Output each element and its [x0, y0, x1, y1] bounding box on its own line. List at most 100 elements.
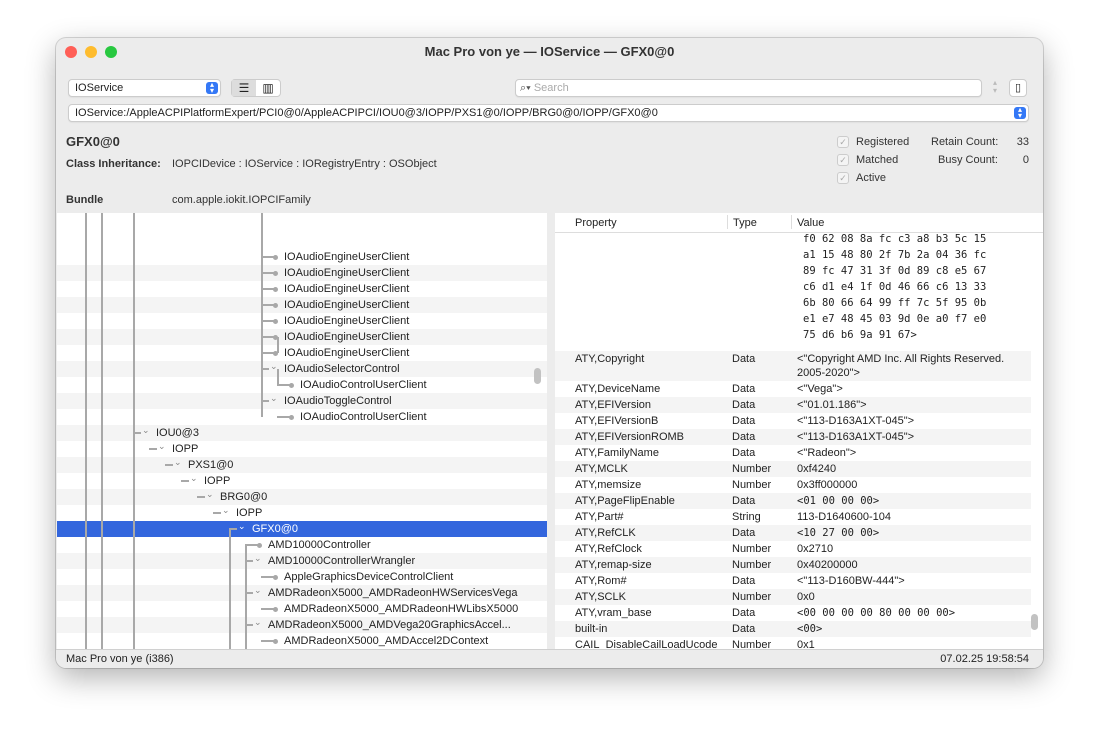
hex-line: 75 d6 b6 9a 91 67>	[803, 329, 917, 341]
tree-node[interactable]: IOAudioEngineUserClient	[57, 329, 547, 345]
disclosure-chevron-icon[interactable]: ⌄	[174, 454, 182, 470]
property-row[interactable]: ATY,Rom# Data <"113-D160BW-444">	[555, 573, 1031, 589]
property-value-continuation: 89 fc 47 31 3f 0d 89 c8 e5 67	[555, 263, 1031, 279]
view-mode-control[interactable]: ☰ ▥	[231, 79, 281, 97]
updown-chevron-icon: ▴ ▾	[1014, 106, 1026, 120]
tree-node[interactable]: ⌄ IOAudioSelectorControl	[57, 361, 547, 377]
tree-node[interactable]: ⌄ AMDRadeonX5000_AMDVega20GraphicsAccel..…	[57, 617, 547, 633]
disclosure-chevron-icon[interactable]: ⌄	[270, 390, 278, 406]
tree-node-label: AMDRadeonX5000_AMDRadeonHWLibsX5000	[284, 603, 519, 615]
property-name: ATY,Rom#	[575, 575, 627, 587]
tree-node[interactable]: ⌄ PXS1@0	[57, 457, 547, 473]
registry-tree[interactable]: IOAudioEngineUserClient IOAudioEngineUser…	[57, 213, 547, 650]
tree-node[interactable]: IOAudioEngineUserClient	[57, 249, 547, 265]
column-header-property[interactable]: Property	[575, 217, 617, 229]
tree-node[interactable]: ⌄ IOPP	[57, 505, 547, 521]
property-name: ATY,remap-size	[575, 559, 652, 571]
tree-node[interactable]: AMD10000Controller	[57, 537, 547, 553]
tree-node[interactable]: AMDRadeonX5000_AMDAccel2DContext	[57, 633, 547, 649]
tree-node[interactable]: ⌄ AMDRadeonX5000_AMDRadeonHWServicesVega	[57, 585, 547, 601]
tree-node[interactable]: AMDRadeonX5000_AMDRadeonHWLibsX5000	[57, 601, 547, 617]
tree-node[interactable]: ⌄ IOU0@3	[57, 425, 547, 441]
leaf-dot-icon	[273, 255, 278, 260]
property-row[interactable]: ATY,vram_base Data <00 00 00 00 80 00 00 0…	[555, 605, 1031, 621]
column-header-value[interactable]: Value	[797, 217, 824, 229]
property-row[interactable]: ATY,MCLK Number 0xf4240	[555, 461, 1031, 477]
property-row[interactable]: ATY,Copyright Data <"Copyright AMD Inc. Al…	[555, 351, 1031, 381]
property-value-continuation: 6b 80 66 64 99 ff 7c 5f 95 0b	[555, 295, 1031, 311]
plane-select-value: IOService	[75, 82, 124, 94]
tree-node[interactable]: IOAudioEngineUserClient	[57, 281, 547, 297]
property-row[interactable]: ATY,PageFlipEnable Data <01 00 00 00>	[555, 493, 1031, 509]
tree-node[interactable]: ⌄ IOPP	[57, 441, 547, 457]
tree-node[interactable]: IOAudioControlUserClient	[57, 409, 547, 425]
tree-scrollbar[interactable]	[534, 368, 541, 384]
active-checkbox[interactable]: ✓	[837, 172, 849, 184]
plane-select[interactable]: IOService ▴ ▾	[68, 79, 221, 97]
tree-node[interactable]: ⌄ IOAudioToggleControl	[57, 393, 547, 409]
leaf-dot-icon	[273, 575, 278, 580]
property-row[interactable]: ATY,EFIVersionB Data <"113-D163A1XT-045">	[555, 413, 1031, 429]
disclosure-chevron-icon[interactable]: ⌄	[190, 470, 198, 486]
property-row[interactable]: ATY,Part# String 113-D1640600-104	[555, 509, 1031, 525]
property-value: 0x40200000	[797, 559, 858, 571]
tree-node[interactable]: ⌄ GFX0@0	[57, 521, 547, 537]
matched-checkbox[interactable]: ✓	[837, 154, 849, 166]
search-field[interactable]: ⌕▾ Search	[515, 79, 982, 97]
disclosure-chevron-icon[interactable]: ⌄	[206, 486, 214, 502]
tree-node[interactable]: IOAudioEngineUserClient	[57, 313, 547, 329]
disclosure-chevron-icon[interactable]: ⌄	[254, 550, 262, 566]
properties-scrollbar[interactable]	[1031, 614, 1038, 630]
property-row[interactable]: ATY,DeviceName Data <"Vega">	[555, 381, 1031, 397]
search-stepper[interactable]: ▴ ▾	[988, 79, 1002, 97]
property-row[interactable]: ATY,SCLK Number 0x0	[555, 589, 1031, 605]
tree-node[interactable]: ⌄ BRG0@0	[57, 489, 547, 505]
tree-node[interactable]: IOAudioEngineUserClient	[57, 345, 547, 361]
property-row[interactable]: ATY,FamilyName Data <"Radeon">	[555, 445, 1031, 461]
tree-node[interactable]: IOAudioEngineUserClient	[57, 297, 547, 313]
property-row[interactable]: ATY,RefClock Number 0x2710	[555, 541, 1031, 557]
disclosure-chevron-icon[interactable]: ⌄	[238, 518, 246, 534]
hex-line: a1 15 48 80 2f 7b 2a 04 36 fc	[803, 249, 987, 261]
property-row[interactable]: built-in Data <00>	[555, 621, 1031, 637]
property-value: 0x0	[797, 591, 815, 603]
properties-table[interactable]: Property Type Value f0 62 08 8a fc c3 a8…	[555, 213, 1043, 650]
tree-node[interactable]: IOAudioEngineUserClient	[57, 265, 547, 281]
tree-guide-line	[245, 545, 247, 650]
tree-node-label: AMDRadeonX5000_AMDAccel2DContext	[284, 635, 489, 647]
property-value-continuation: e1 e7 48 45 03 9d 0e a0 f7 e0	[555, 311, 1031, 327]
leaf-dot-icon	[289, 383, 294, 388]
tree-node-label: AMDRadeonX5000_AMDRadeonHWServicesVega	[268, 587, 518, 599]
disclosure-chevron-icon[interactable]: ⌄	[254, 582, 262, 598]
property-name: ATY,vram_base	[575, 607, 652, 619]
status-machine: Mac Pro von ye (i386)	[66, 653, 174, 665]
path-select[interactable]: IOService:/AppleACPIPlatformExpert/PCI0@…	[68, 104, 1029, 122]
disclosure-chevron-icon[interactable]: ⌄	[142, 422, 150, 438]
property-row[interactable]: ATY,remap-size Number 0x40200000	[555, 557, 1031, 573]
disclosure-chevron-icon[interactable]: ⌄	[254, 614, 262, 630]
tree-guide-line	[85, 213, 87, 650]
registered-checkbox[interactable]: ✓	[837, 136, 849, 148]
property-name: built-in	[575, 623, 608, 635]
tree-node[interactable]: AppleGraphicsDeviceControlClient	[57, 569, 547, 585]
disclosure-chevron-icon[interactable]: ⌄	[158, 438, 166, 454]
column-view-icon[interactable]: ▥	[256, 80, 280, 96]
tree-node[interactable]: ⌄ IOPP	[57, 473, 547, 489]
list-view-icon[interactable]: ☰	[232, 80, 256, 96]
inspector-toggle-icon[interactable]: ▯	[1009, 79, 1027, 97]
hex-line: 6b 80 66 64 99 ff 7c 5f 95 0b	[803, 297, 987, 309]
bundle-label: Bundle	[66, 194, 104, 206]
split-divider[interactable]	[547, 213, 555, 650]
property-type: Data	[732, 383, 756, 395]
property-row[interactable]: ATY,RefCLK Data <10 27 00 00>	[555, 525, 1031, 541]
column-header-type[interactable]: Type	[733, 217, 757, 229]
inheritance-label: Class Inheritance:	[66, 158, 161, 170]
property-row[interactable]: ATY,memsize Number 0x3ff000000	[555, 477, 1031, 493]
property-row[interactable]: ATY,EFIVersionROMB Data <"113-D163A1XT-045…	[555, 429, 1031, 445]
property-row[interactable]: ATY,EFIVersion Data <"01.01.186">	[555, 397, 1031, 413]
disclosure-chevron-icon[interactable]: ⌄	[222, 502, 230, 518]
tree-node[interactable]: ⌄ AMD10000ControllerWrangler	[57, 553, 547, 569]
tree-node[interactable]: IOAudioControlUserClient	[57, 377, 547, 393]
tree-guide-line	[261, 213, 263, 417]
property-type: Data	[732, 415, 756, 427]
